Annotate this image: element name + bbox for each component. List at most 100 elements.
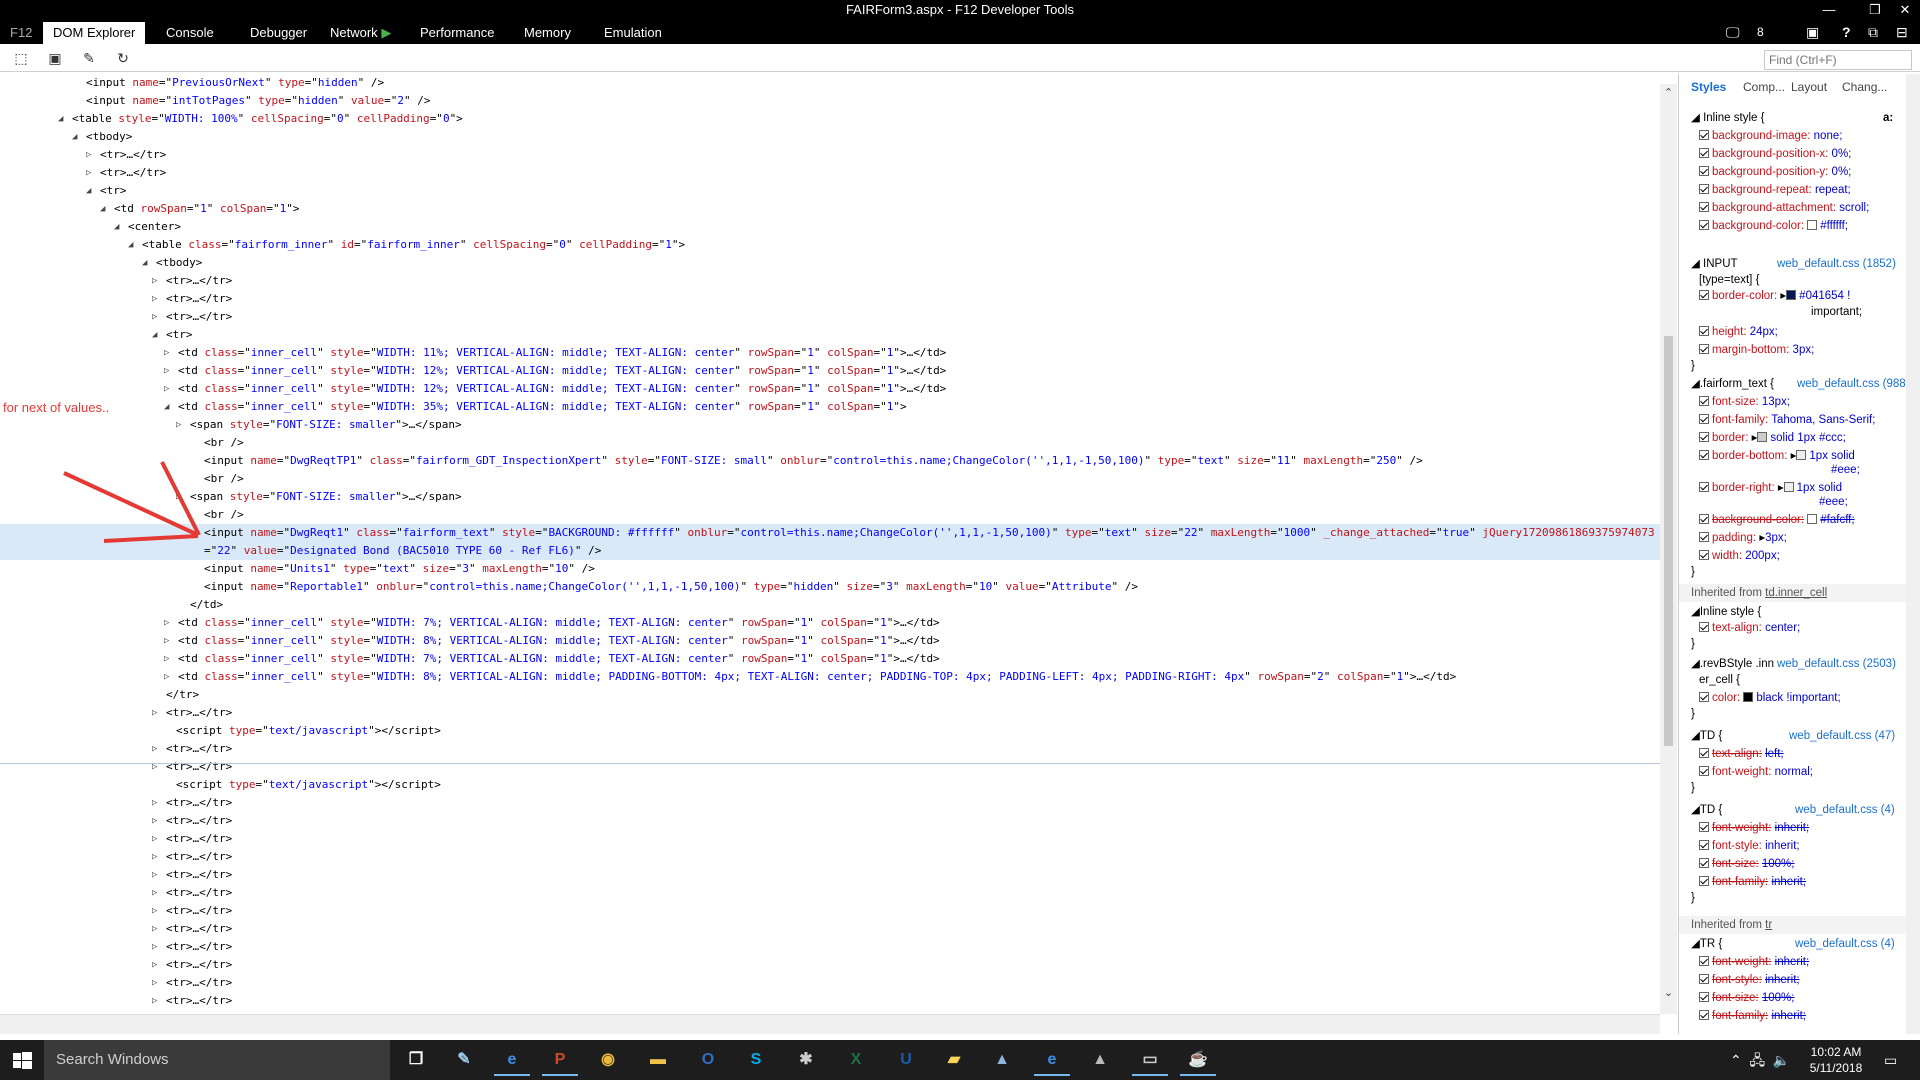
dom-node[interactable]: ▷ <tr>…</tr> xyxy=(0,992,1660,1010)
prop-value[interactable]: 1px solid xyxy=(1797,482,1842,494)
dom-node[interactable]: ◢ <td rowSpan="1" colSpan="1"> xyxy=(0,200,1660,218)
prop-tr-font-family[interactable]: font-family: inherit; xyxy=(1699,1008,1920,1024)
checkbox[interactable] xyxy=(1699,974,1709,984)
dom-node[interactable]: ▷ <tr>…</tr> xyxy=(0,308,1660,326)
prop-background-color[interactable]: background-color: #fafcff; xyxy=(1699,512,1920,528)
dom-node[interactable]: ▷ <tr>…</tr> xyxy=(0,794,1660,812)
prop-font-family[interactable]: font-family: Tahoma, Sans-Serif; xyxy=(1699,412,1920,428)
cmd-icon[interactable]: ▭ xyxy=(1132,1044,1168,1076)
expand-icon[interactable]: ▷ xyxy=(164,614,174,632)
dom-node[interactable]: <input name="Units1" type="text" size="3… xyxy=(0,560,1660,578)
dom-node[interactable]: <br /> xyxy=(0,506,1660,524)
expand-icon[interactable]: ▷ xyxy=(152,704,162,722)
expand-icon[interactable]: ▷ xyxy=(152,884,162,902)
dom-node[interactable]: ◢ <tbody> xyxy=(0,254,1660,272)
dom-node[interactable]: <script type="text/javascript"></script> xyxy=(0,722,1660,740)
tab-changes[interactable]: Chang... xyxy=(1842,80,1887,94)
checkbox[interactable] xyxy=(1699,692,1709,702)
prop-value[interactable]: black !important; xyxy=(1756,692,1840,704)
prop-text-align-struck[interactable]: text-align: left; xyxy=(1699,746,1920,762)
prop-value[interactable]: scroll; xyxy=(1839,202,1869,214)
expand-icon[interactable]: ▷ xyxy=(164,650,174,668)
expand-icon[interactable]: ▷ xyxy=(152,938,162,956)
collapse-icon[interactable]: ◢ xyxy=(1691,112,1700,124)
edge-icon[interactable]: e xyxy=(494,1044,530,1076)
dom-node[interactable]: ◢ <table class="fairform_inner" id="fairf… xyxy=(0,236,1660,254)
chrome-icon[interactable]: ◉ xyxy=(590,1044,626,1076)
dom-node[interactable]: ▷ <td class="inner_cell" style="WIDTH: 8%… xyxy=(0,632,1660,650)
prop-margin-bottom[interactable]: margin-bottom: 3px; xyxy=(1699,342,1920,358)
checkbox[interactable] xyxy=(1699,766,1709,776)
help-icon[interactable]: ? xyxy=(1842,20,1851,44)
dom-node[interactable]: ▷<span style="FONT-SIZE: smaller">…</spa… xyxy=(0,488,1660,506)
prop-tr-font-style[interactable]: font-style: inherit; xyxy=(1699,972,1920,988)
inline-prop[interactable]: background-position-y: 0%; xyxy=(1699,164,1920,180)
expand-icon[interactable]: ▷ xyxy=(152,740,162,758)
prop-value[interactable]: 3px; xyxy=(1793,344,1815,356)
prop-value[interactable]: inherit; xyxy=(1771,1010,1806,1022)
dom-node[interactable]: ▷ <tr>…</tr> xyxy=(0,974,1660,992)
color-swatch[interactable] xyxy=(1783,482,1794,492)
expand-icon[interactable]: ▷ xyxy=(152,866,162,884)
dom-node[interactable]: ◢ <center> xyxy=(0,218,1660,236)
aa-button[interactable]: a: xyxy=(1883,110,1903,126)
inline-prop[interactable]: background-color: #ffffff; xyxy=(1699,218,1920,234)
notifications-icon[interactable]: ▭ xyxy=(1884,1052,1897,1069)
dom-node[interactable]: ◢ <tr> xyxy=(0,182,1660,200)
dom-node-selected[interactable]: <input name="DwgReqt1" class="fairform_t… xyxy=(0,524,1660,542)
dom-node[interactable]: <input name="Reportable1" onblur="contro… xyxy=(0,578,1660,596)
dom-node[interactable]: ▷ <td class="inner_cell" style="WIDTH: 12… xyxy=(0,362,1660,380)
prop-value[interactable]: 1px solid xyxy=(1809,450,1854,462)
tab-debugger[interactable]: Debugger xyxy=(240,22,317,44)
input-rule-source[interactable]: web_default.css (1852) xyxy=(1777,256,1920,272)
find-input[interactable] xyxy=(1764,50,1912,70)
color-swatch[interactable] xyxy=(1807,514,1818,524)
color-swatch[interactable] xyxy=(1807,220,1818,230)
prop-font-family-struck[interactable]: font-family: inherit; xyxy=(1699,874,1920,890)
color-swatch[interactable] xyxy=(1757,432,1768,442)
prop-tr-font-size[interactable]: font-size: 100%; xyxy=(1699,990,1920,1006)
dom-node[interactable]: ▷ <tr>…</tr> xyxy=(0,146,1660,164)
horizontal-scrollbar[interactable] xyxy=(0,1014,1660,1034)
vpn-icon[interactable]: ▲ xyxy=(1082,1044,1118,1076)
prop-value[interactable]: #041654 ! xyxy=(1799,290,1850,302)
dom-node[interactable]: ▷ <tr>…</tr> xyxy=(0,164,1660,182)
console-toggle-icon[interactable]: ▣ xyxy=(1806,20,1819,44)
inline-prop[interactable]: background-image: none; xyxy=(1699,128,1920,144)
undock-icon[interactable]: ⧉ xyxy=(1868,20,1878,44)
checkbox[interactable] xyxy=(1699,840,1709,850)
tab-memory[interactable]: Memory xyxy=(514,22,581,44)
expand-icon[interactable]: ▷ xyxy=(152,974,162,992)
dom-node[interactable]: ◢ <table style="WIDTH: 100%" cellSpacing=… xyxy=(0,110,1660,128)
prop-value[interactable]: 0%; xyxy=(1832,148,1852,160)
outlook-icon[interactable]: O xyxy=(690,1044,726,1076)
expand-icon[interactable]: ▷ xyxy=(152,920,162,938)
minimize-button[interactable]: — xyxy=(1816,0,1842,20)
dom-node[interactable]: ▷ <tr>…</tr> xyxy=(0,740,1660,758)
dom-node[interactable]: ◢ <tr> xyxy=(0,326,1660,344)
revb-rule-source[interactable]: web_default.css (2503) xyxy=(1777,656,1920,672)
scroll-down-icon[interactable]: ⌄ xyxy=(1660,986,1677,999)
prop-value[interactable]: none; xyxy=(1814,130,1843,142)
expand-icon[interactable]: ▷ xyxy=(152,848,162,866)
prop-value[interactable]: repeat; xyxy=(1815,184,1851,196)
dom-node[interactable]: ▷ <tr>…</tr> xyxy=(0,902,1660,920)
prop-value[interactable]: 13px; xyxy=(1762,396,1790,408)
prop-height[interactable]: height: 24px; xyxy=(1699,324,1920,340)
checkbox[interactable] xyxy=(1699,858,1709,868)
prop-font-weight-struck[interactable]: font-weight: inherit; xyxy=(1699,820,1920,836)
expand-icon[interactable]: ▷ xyxy=(152,902,162,920)
scroll-thumb[interactable] xyxy=(1664,336,1673,746)
sticky-notes-icon[interactable]: ▰ xyxy=(936,1044,972,1076)
prop-value[interactable]: 100%; xyxy=(1762,992,1795,1004)
screen-icon[interactable]: 🖵 xyxy=(1726,20,1740,44)
checkbox[interactable] xyxy=(1699,432,1709,442)
task-view-icon[interactable]: ❐ xyxy=(398,1044,434,1076)
start-button[interactable] xyxy=(0,1040,44,1080)
checkbox[interactable] xyxy=(1699,822,1709,832)
expand-icon[interactable]: ▷ xyxy=(152,992,162,1010)
prop-value[interactable]: 3px; xyxy=(1765,532,1787,544)
prop-value[interactable]: 200px; xyxy=(1745,550,1780,562)
checkbox[interactable] xyxy=(1699,166,1709,176)
dom-node[interactable]: ▷ <tr>…</tr> xyxy=(0,920,1660,938)
